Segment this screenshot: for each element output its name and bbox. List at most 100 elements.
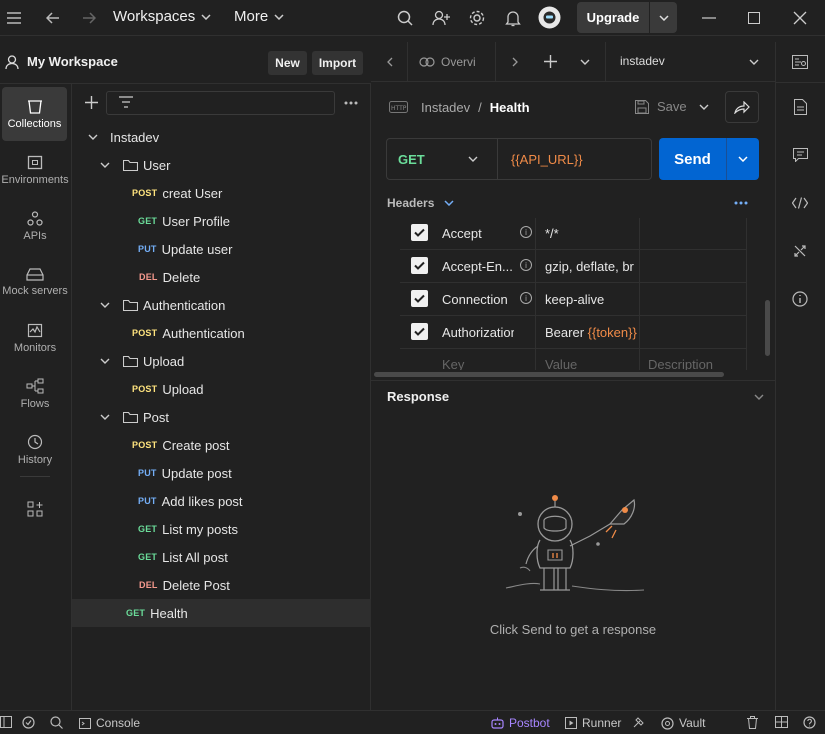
rail-item-mock-servers[interactable]: Mock servers xyxy=(0,255,70,309)
header-value[interactable]: */* xyxy=(545,226,559,241)
maximize-window-icon[interactable] xyxy=(744,8,764,28)
online-status-icon[interactable] xyxy=(22,716,35,729)
save-button[interactable]: Save xyxy=(635,99,687,114)
info-icon[interactable]: i xyxy=(520,259,532,271)
more-options-icon[interactable] xyxy=(344,101,358,105)
tree-request[interactable]: POST Upload xyxy=(72,375,371,403)
tree-request[interactable]: PUT Update user xyxy=(72,235,371,263)
postbot-button[interactable]: Postbot xyxy=(491,716,550,730)
invite-user-icon[interactable] xyxy=(431,8,451,28)
tree-request[interactable]: DEL Delete xyxy=(72,263,371,291)
find-replace-icon[interactable] xyxy=(50,716,63,729)
hamburger-menu-icon[interactable] xyxy=(4,8,24,28)
two-pane-view-icon[interactable] xyxy=(775,716,788,728)
url-input[interactable]: {{API_URL}} xyxy=(511,152,583,167)
rail-item-history[interactable]: History xyxy=(0,423,70,477)
trash-icon[interactable] xyxy=(747,716,758,729)
breadcrumb-collection[interactable]: Instadev xyxy=(421,100,470,115)
info-icon[interactable]: i xyxy=(520,226,532,238)
tree-request[interactable]: DEL Delete Post xyxy=(72,571,371,599)
search-icon[interactable] xyxy=(395,8,415,28)
environment-select[interactable]: instadev xyxy=(620,54,760,70)
import-button[interactable]: Import xyxy=(312,51,363,75)
response-collapse-chevron-icon[interactable] xyxy=(754,394,764,400)
vault-button[interactable]: Vault xyxy=(661,716,705,730)
send-button[interactable]: Send xyxy=(659,138,759,180)
tree-folder-user[interactable]: User xyxy=(72,151,371,179)
info-icon[interactable] xyxy=(790,289,810,309)
toggle-sidebar-icon[interactable] xyxy=(0,716,12,728)
pane-divider[interactable] xyxy=(371,380,775,381)
documentation-icon[interactable] xyxy=(790,97,810,117)
header-key[interactable]: Accept xyxy=(442,226,514,241)
runner-button[interactable]: Runner xyxy=(565,716,621,730)
search-collections-input[interactable] xyxy=(106,91,335,115)
tree-request[interactable]: GET List my posts xyxy=(72,515,371,543)
checkbox-checked-icon[interactable] xyxy=(411,323,428,340)
header-row[interactable]: Connection i keep-alive xyxy=(400,283,747,316)
back-arrow-icon[interactable] xyxy=(43,8,63,28)
new-button[interactable]: New xyxy=(268,51,307,75)
new-description-input[interactable]: Description xyxy=(648,357,713,370)
related-collections-icon[interactable] xyxy=(790,241,810,261)
forward-arrow-icon[interactable] xyxy=(79,8,99,28)
close-window-icon[interactable] xyxy=(790,8,810,28)
profile-avatar-icon[interactable] xyxy=(538,6,561,29)
tree-request[interactable]: POST Create post xyxy=(72,431,371,459)
minimize-window-icon[interactable] xyxy=(699,8,719,28)
header-row[interactable]: Accept-En... i gzip, deflate, br xyxy=(400,250,747,283)
settings-gear-icon[interactable] xyxy=(467,8,487,28)
share-button[interactable] xyxy=(725,91,759,123)
new-value-input[interactable]: Value xyxy=(545,357,577,370)
tree-request[interactable]: PUT Update post xyxy=(72,459,371,487)
tab-scroll-left-icon[interactable] xyxy=(387,57,393,67)
tree-request[interactable]: GET User Profile xyxy=(72,207,371,235)
rail-item-flows[interactable]: Flows xyxy=(0,367,70,421)
save-options-chevron-icon[interactable] xyxy=(699,104,709,110)
more-menu[interactable]: More xyxy=(234,8,284,25)
header-value[interactable]: gzip, deflate, br xyxy=(545,259,634,274)
checkbox-checked-icon[interactable] xyxy=(411,224,428,241)
notifications-bell-icon[interactable] xyxy=(503,8,523,28)
header-row[interactable]: Accept i */* xyxy=(400,217,747,250)
method-select[interactable]: GET xyxy=(387,139,498,179)
rail-item-collections[interactable]: Collections xyxy=(2,87,67,141)
tree-request[interactable]: GET List All post xyxy=(72,543,371,571)
code-snippet-icon[interactable] xyxy=(790,193,810,213)
environment-quick-look-icon[interactable] xyxy=(790,52,810,72)
headers-section-toggle[interactable]: Headers xyxy=(387,196,454,210)
workspaces-menu[interactable]: Workspaces xyxy=(113,8,211,25)
console-button[interactable]: Console xyxy=(79,716,140,730)
tabs-list-chevron-icon[interactable] xyxy=(580,59,590,65)
rail-item-monitors[interactable]: Monitors xyxy=(0,311,70,365)
info-icon[interactable]: i xyxy=(520,292,532,304)
tree-folder-authentication[interactable]: Authentication xyxy=(72,291,371,319)
add-collection-icon[interactable] xyxy=(85,96,98,109)
headers-more-options-icon[interactable] xyxy=(734,201,748,205)
new-key-input[interactable]: Key xyxy=(442,357,464,370)
rail-item-apis[interactable]: APIs xyxy=(0,199,70,253)
new-tab-plus-icon[interactable] xyxy=(544,55,557,68)
upgrade-button[interactable]: Upgrade xyxy=(577,2,677,33)
tree-folder-post[interactable]: Post xyxy=(72,403,371,431)
chevron-down-icon[interactable] xyxy=(650,2,677,33)
header-key[interactable]: Accept-En... xyxy=(442,259,514,274)
header-key[interactable]: Authorization xyxy=(442,325,514,340)
vertical-scrollbar[interactable] xyxy=(765,300,770,356)
header-row[interactable]: Authorization Bearer {{token}} xyxy=(400,316,747,349)
rail-item-environments[interactable]: Environments xyxy=(0,143,70,197)
checkbox-checked-icon[interactable] xyxy=(411,257,428,274)
tree-request[interactable]: PUT Add likes post xyxy=(72,487,371,515)
rail-item-configure-workbench[interactable] xyxy=(0,482,70,536)
tree-request[interactable]: POST Authentication xyxy=(72,319,371,347)
tree-folder-upload[interactable]: Upload xyxy=(72,347,371,375)
capture-requests-icon[interactable] xyxy=(633,716,645,728)
header-value[interactable]: Bearer {{token}} xyxy=(545,325,637,340)
checkbox-checked-icon[interactable] xyxy=(411,290,428,307)
help-icon[interactable] xyxy=(803,716,816,729)
header-key[interactable]: Connection xyxy=(442,292,514,307)
tree-request-selected[interactable]: GET Health xyxy=(72,599,371,627)
request-title[interactable]: Health xyxy=(490,100,530,115)
tab-overview[interactable]: Overvi xyxy=(419,55,476,69)
tab-scroll-right-icon[interactable] xyxy=(512,57,518,67)
